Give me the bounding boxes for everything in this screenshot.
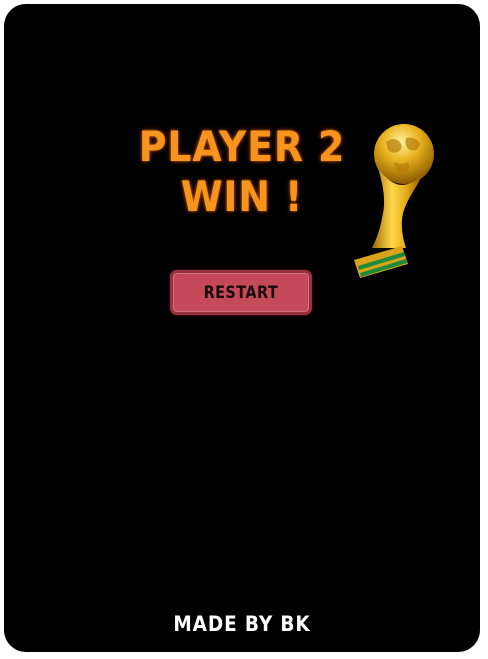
- result-line-win: WIN !: [180, 172, 304, 221]
- result-message: PLAYER 2 WIN !: [118, 122, 366, 222]
- result-line-player: PLAYER 2: [138, 122, 346, 171]
- credit-footer: MADE BY BK: [173, 612, 311, 636]
- world-cup-trophy-icon: [354, 124, 434, 278]
- restart-label: RESTART: [203, 282, 279, 303]
- restart-button[interactable]: RESTART: [170, 270, 312, 315]
- game-screen: PLAYER 2 WIN ! RESTART MADE BY BK: [4, 4, 480, 652]
